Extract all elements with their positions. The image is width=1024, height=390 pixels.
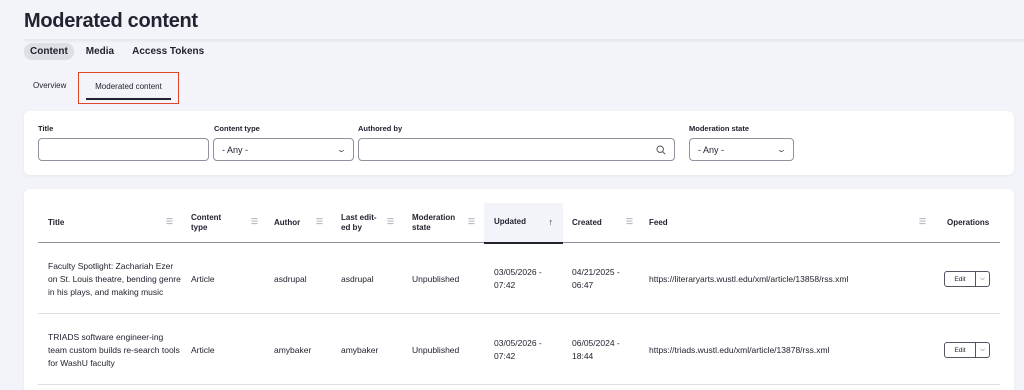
authored-by-input[interactable] xyxy=(358,138,675,161)
filter-panel: Title Content type - Any - ⌄ Authored by… xyxy=(24,111,1014,175)
column-header-moderation-state[interactable]: Moderation state ☰ xyxy=(412,203,478,243)
row-content-type: Article xyxy=(191,273,215,284)
column-header-title[interactable]: Title ☰ xyxy=(48,203,176,243)
sort-ascending-icon: ↑ xyxy=(548,216,554,227)
operations-dropbutton: Edit ⌵ xyxy=(944,271,990,287)
row-updated: 03/05/2026 - 07:42 xyxy=(494,267,542,290)
column-header-label: Moderation state xyxy=(412,212,456,232)
column-header-created[interactable]: Created ☰ xyxy=(572,203,636,243)
row-moderation-state: Unpublished xyxy=(412,273,460,284)
column-header-label: Author xyxy=(274,217,301,227)
column-header-label: Updated xyxy=(494,217,526,227)
primary-tabs: Content Media Access Tokens xyxy=(24,43,210,60)
row-content-type: Article xyxy=(191,344,215,355)
sort-icon: ☰ xyxy=(165,217,173,226)
row-author[interactable]: asdrupal xyxy=(274,244,307,314)
tab-overview[interactable]: Overview xyxy=(33,72,66,104)
column-header-label: Operations xyxy=(947,217,990,227)
moderation-state-filter-label: Moderation state xyxy=(689,124,750,133)
row-last-edited-by[interactable]: asdrupal xyxy=(341,244,374,314)
tab-content[interactable]: Content xyxy=(24,43,74,60)
row-feed: https://triads.wustl.edu/xml/article/138… xyxy=(649,344,830,355)
edit-button[interactable]: Edit xyxy=(945,343,976,357)
column-header-updated[interactable]: Updated ↑ xyxy=(484,203,563,244)
column-header-label: Last edit-ed by xyxy=(341,212,377,232)
table-header: Title ☰ Content type ☰ Author ☰ Last edi… xyxy=(38,203,1000,244)
title-filter-label: Title xyxy=(38,124,54,133)
chevron-down-icon: ⌄ xyxy=(776,145,788,154)
row-created: 04/21/2025 - 06:47 xyxy=(572,267,620,290)
row-feed: https://literaryarts.wustl.edu/xml/artic… xyxy=(649,273,849,284)
moderation-state-value: - Any - xyxy=(698,144,725,155)
sort-icon: ☰ xyxy=(918,217,926,226)
row-title[interactable]: TRIADS software engineer-ing team custom… xyxy=(48,315,183,385)
chevron-down-icon[interactable]: ⌵ xyxy=(976,272,989,286)
column-header-feed[interactable]: Feed ☰ xyxy=(649,203,929,243)
moderation-state-select[interactable]: - Any - ⌄ xyxy=(689,138,794,161)
secondary-tabs: Overview Moderated content xyxy=(24,72,1024,104)
tab-moderated-content-label: Moderated content xyxy=(95,82,162,91)
column-header-author[interactable]: Author ☰ xyxy=(274,203,326,243)
column-header-label: Content type xyxy=(191,212,222,232)
page-title: Moderated content xyxy=(24,10,198,32)
chevron-down-icon[interactable]: ⌵ xyxy=(976,343,989,357)
column-header-label: Title xyxy=(48,217,65,227)
row-moderation-state: Unpublished xyxy=(412,344,460,355)
row-updated: 03/05/2026 - 07:42 xyxy=(494,338,542,361)
row-author[interactable]: amybaker xyxy=(274,315,311,385)
sort-icon: ☰ xyxy=(625,217,633,226)
operations-dropbutton: Edit ⌵ xyxy=(944,342,990,358)
row-last-edited-by[interactable]: amybaker xyxy=(341,315,378,385)
column-header-label: Created xyxy=(572,217,602,227)
tab-media[interactable]: Media xyxy=(80,43,120,60)
content-type-select[interactable]: - Any - ⌄ xyxy=(213,138,354,161)
sort-icon: ☰ xyxy=(250,217,258,226)
tab-access-tokens[interactable]: Access Tokens xyxy=(126,43,210,60)
sort-icon: ☰ xyxy=(467,217,475,226)
sort-icon: ☰ xyxy=(386,217,394,226)
chevron-down-icon: ⌄ xyxy=(336,145,348,154)
content-table: Title ☰ Content type ☰ Author ☰ Last edi… xyxy=(24,189,1014,390)
tab-moderated-content[interactable]: Moderated content xyxy=(78,72,179,104)
table-row: TRIADS software engineer-ing team custom… xyxy=(38,315,1000,385)
title-filter-input[interactable] xyxy=(38,138,209,161)
active-tab-underline xyxy=(86,98,171,100)
table-row: Faculty Spotlight: Zachariah Ezer on St.… xyxy=(38,244,1000,314)
row-created: 06/05/2024 - 18:44 xyxy=(572,338,620,361)
content-type-filter-label: Content type xyxy=(214,124,260,133)
column-header-label: Feed xyxy=(649,217,668,227)
row-title[interactable]: Faculty Spotlight: Zachariah Ezer on St.… xyxy=(48,244,183,314)
content-type-value: - Any - xyxy=(222,144,249,155)
column-header-content-type[interactable]: Content type ☰ xyxy=(191,203,261,243)
authored-by-filter-label: Authored by xyxy=(358,124,403,133)
edit-button[interactable]: Edit xyxy=(945,272,976,286)
column-header-last-edited-by[interactable]: Last edit-ed by ☰ xyxy=(341,203,397,243)
search-icon xyxy=(656,144,666,155)
column-header-operations: Operations xyxy=(947,203,997,243)
sort-icon: ☰ xyxy=(315,217,323,226)
